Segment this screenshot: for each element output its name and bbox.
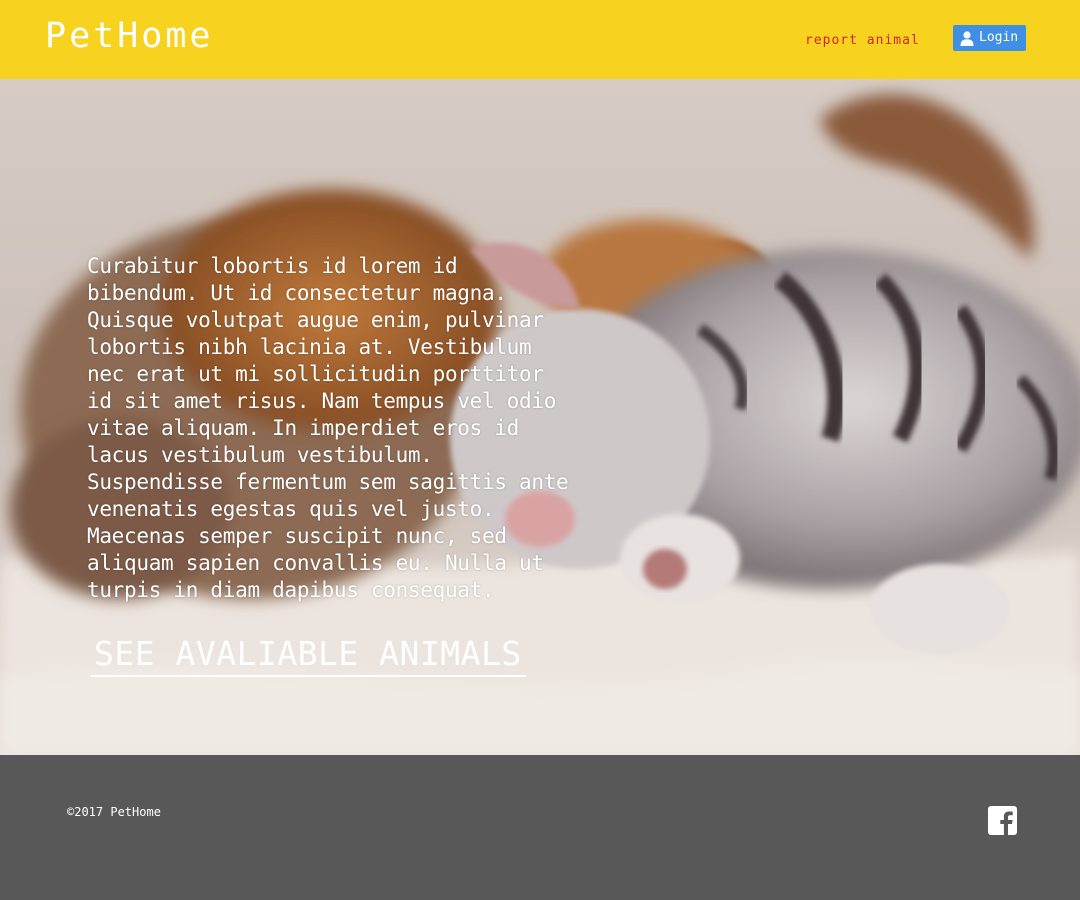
- user-icon: [960, 30, 974, 46]
- site-logo[interactable]: PetHome: [45, 14, 214, 58]
- login-button[interactable]: Login: [953, 25, 1026, 51]
- hero-paragraph: Curabitur lobortis id lorem id bibendum.…: [87, 254, 569, 602]
- hero-banner: Curabitur lobortis id lorem id bibendum.…: [0, 79, 1080, 755]
- copyright-text: ©2017 PetHome: [67, 805, 161, 819]
- see-animals-link[interactable]: SEE AVALIABLE ANIMALS: [91, 635, 526, 677]
- facebook-icon[interactable]: [988, 806, 1017, 835]
- header: PetHome report animal Login: [0, 0, 1080, 79]
- login-label: Login: [979, 30, 1019, 45]
- report-animal-link[interactable]: report animal: [805, 33, 920, 49]
- footer: ©2017 PetHome: [0, 755, 1080, 900]
